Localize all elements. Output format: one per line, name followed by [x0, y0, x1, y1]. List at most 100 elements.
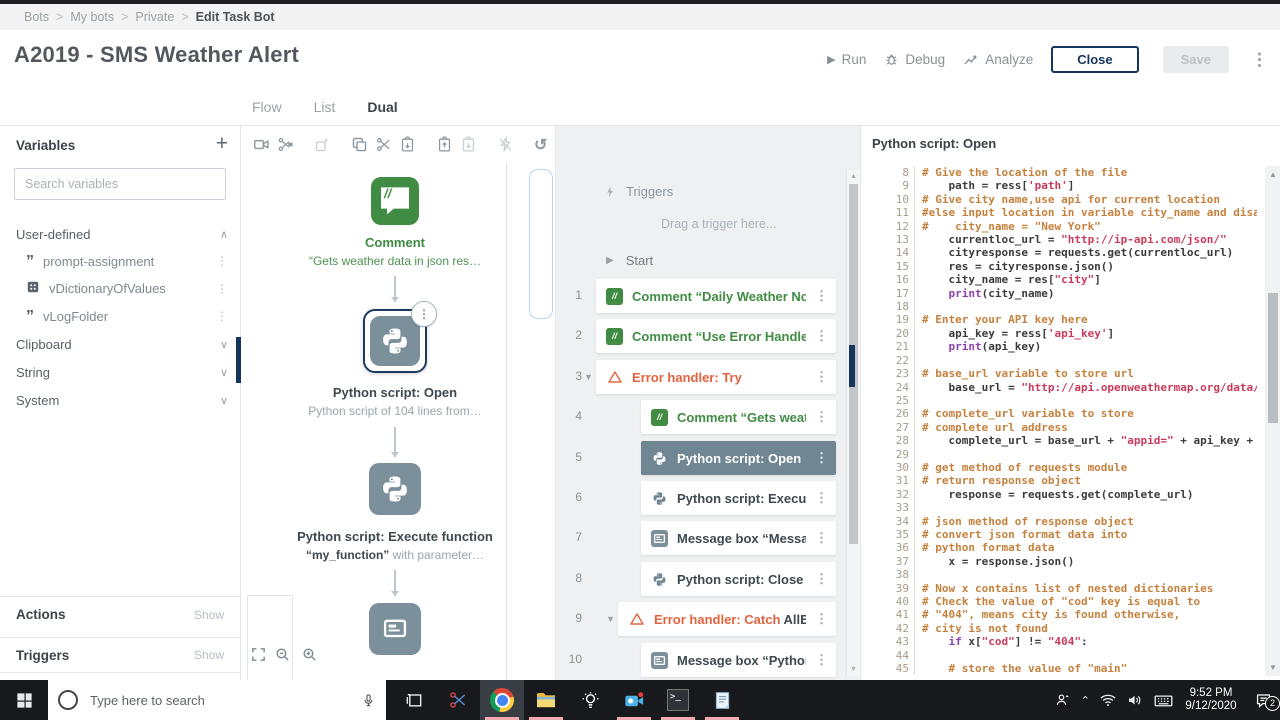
scroll-down-icon[interactable]: ▼ — [1265, 663, 1280, 672]
scroll-down-icon[interactable]: ▼ — [847, 666, 860, 673]
search-variables-input[interactable] — [14, 168, 226, 200]
action-center-button[interactable]: 2 — [1248, 691, 1280, 711]
task-view-button[interactable] — [392, 680, 436, 720]
norun-toolbar-icon[interactable] — [497, 136, 514, 154]
variable-item[interactable]: vDictionaryOfValues ⋮ — [26, 278, 228, 300]
chevron-down-icon[interactable]: ▼ — [584, 372, 593, 382]
list-action-card[interactable]: Message box “Python… ⋮ — [641, 643, 836, 677]
scroll-up-icon[interactable]: ▲ — [847, 173, 860, 180]
run-button[interactable]: ▶ Run — [827, 52, 866, 67]
microphone-icon[interactable] — [361, 693, 376, 708]
variables-section-string[interactable]: String ∨ — [16, 362, 228, 384]
flow-canvas[interactable]: // Comment “Gets weather data in json re… — [241, 163, 555, 680]
flow-node-python-execute-icon[interactable] — [369, 463, 421, 515]
flow-node-comment-icon[interactable]: // — [371, 177, 419, 225]
more-menu-icon[interactable]: ⋮ — [1251, 50, 1268, 70]
list-action-card[interactable]: Python script: Close … ⋮ — [641, 562, 836, 596]
row-menu-icon[interactable]: ⋮ — [815, 652, 828, 668]
row-menu-icon[interactable]: ⋮ — [815, 571, 828, 587]
fit-to-screen-button[interactable] — [250, 646, 267, 668]
file-explorer-button[interactable] — [524, 680, 568, 720]
triggers-section[interactable]: Triggers — [604, 184, 673, 199]
copy-toolbar-icon[interactable] — [351, 136, 368, 154]
breadcrumb-item[interactable]: Bots — [24, 10, 49, 24]
panel-resize-handle[interactable] — [236, 337, 241, 383]
row-menu-icon[interactable]: ⋮ — [815, 611, 828, 627]
close-button[interactable]: Close — [1051, 46, 1139, 73]
variables-section-user-defined[interactable]: User-defined ∧ — [16, 223, 228, 245]
list-action-card[interactable]: // Comment “Use Error Handler… ⋮ — [596, 319, 836, 353]
list-action-card[interactable]: // Comment “Gets weat… ⋮ — [641, 400, 836, 434]
node-options-badge[interactable]: ⋮ — [411, 301, 437, 327]
list-scrollbar[interactable]: ▲ ▼ — [846, 170, 860, 676]
start-button[interactable] — [0, 680, 48, 720]
debug-button[interactable]: Debug — [884, 52, 945, 67]
clipdown-toolbar-icon[interactable] — [460, 136, 477, 154]
row-menu-icon[interactable]: ⋮ — [815, 328, 828, 344]
actions-show-button[interactable]: Show — [194, 608, 224, 622]
variables-section-clipboard[interactable]: Clipboard ∨ — [16, 334, 228, 356]
wifi-icon[interactable] — [1099, 691, 1117, 709]
variable-menu-icon[interactable]: ⋮ — [216, 254, 228, 268]
actions-footer-row[interactable]: Actions Show — [0, 596, 240, 632]
code-scrollbar-thumb[interactable] — [1268, 293, 1278, 423]
list-action-card[interactable]: Python script: Open … ⋮ — [641, 441, 836, 475]
list-action-card[interactable]: Message box “Messag… ⋮ — [641, 521, 836, 555]
notepad-button[interactable] — [700, 680, 744, 720]
triggers-show-button[interactable]: Show — [194, 648, 224, 662]
flow-node-messagebox-icon[interactable] — [369, 603, 421, 655]
camera-toolbar-icon[interactable] — [253, 136, 270, 154]
touch-keyboard-icon[interactable] — [1153, 690, 1174, 711]
volume-icon[interactable] — [1126, 691, 1144, 709]
panel-resize-handle[interactable] — [849, 345, 855, 387]
add-variable-button[interactable]: + — [216, 132, 228, 156]
magic-toolbar-icon[interactable] — [314, 136, 331, 154]
list-action-card[interactable]: Python script: Execut… ⋮ — [641, 481, 836, 515]
triggers-footer-row[interactable]: Triggers Show — [0, 637, 240, 673]
trim-toolbar-icon[interactable] — [277, 136, 294, 154]
taskbar-clock[interactable]: 9:52 PM 9/12/2020 — [1183, 687, 1239, 713]
taskbar-search[interactable] — [48, 680, 386, 720]
row-menu-icon[interactable]: ⋮ — [815, 450, 828, 466]
variable-item[interactable]: ” prompt-assignment ⋮ — [26, 250, 228, 272]
cut-toolbar-icon[interactable] — [375, 136, 392, 154]
chevron-down-icon[interactable]: ∨ — [220, 338, 228, 351]
row-menu-icon[interactable]: ⋮ — [815, 530, 828, 546]
clipup-toolbar-icon[interactable] — [436, 136, 453, 154]
code-editor[interactable]: 8 # Give the location of the file 9 path =… — [879, 166, 1257, 676]
snipping-tool-button[interactable] — [436, 680, 480, 720]
command-prompt-button[interactable]: >_ — [656, 680, 700, 720]
breadcrumb-item[interactable]: My bots — [70, 10, 114, 24]
row-menu-icon[interactable]: ⋮ — [815, 288, 828, 304]
variable-item[interactable]: ” vLogFolder ⋮ — [26, 305, 228, 327]
variable-menu-icon[interactable]: ⋮ — [216, 309, 228, 323]
row-menu-icon[interactable]: ⋮ — [815, 409, 828, 425]
row-menu-icon[interactable]: ⋮ — [815, 490, 828, 506]
list-action-card[interactable]: // Comment “Daily Weather No… ⋮ — [596, 279, 836, 313]
lightbulb-app-button[interactable] — [568, 680, 612, 720]
chevron-down-icon[interactable]: ▼ — [606, 614, 615, 624]
undo-toolbar-icon[interactable]: ↺ — [534, 136, 547, 154]
people-icon[interactable] — [1054, 691, 1072, 709]
save-button[interactable]: Save — [1162, 46, 1229, 73]
chevron-up-icon[interactable]: ∧ — [220, 228, 228, 241]
tab-list[interactable]: List — [314, 97, 336, 117]
tab-dual[interactable]: Dual — [367, 97, 397, 117]
variables-section-system[interactable]: System ∨ — [16, 390, 228, 412]
chevron-down-icon[interactable]: ∨ — [220, 394, 228, 407]
tab-flow[interactable]: Flow — [252, 97, 282, 117]
list-action-card[interactable]: Error handler: Catch AllEr… ⋮ — [618, 602, 836, 636]
row-menu-icon[interactable]: ⋮ — [815, 369, 828, 385]
screen-recorder-button[interactable] — [612, 680, 656, 720]
code-scrollbar[interactable]: ▲ ▼ — [1265, 166, 1280, 676]
tray-expand-icon[interactable]: ⌃ — [1081, 694, 1090, 707]
zoom-out-button[interactable] — [274, 646, 291, 668]
variable-menu-icon[interactable]: ⋮ — [216, 282, 228, 296]
paste-toolbar-icon[interactable] — [399, 136, 416, 154]
breadcrumb-item[interactable]: Private — [135, 10, 174, 24]
taskbar-search-input[interactable] — [88, 691, 351, 709]
analyze-button[interactable]: Analyze — [963, 52, 1033, 68]
scroll-up-icon[interactable]: ▲ — [1265, 170, 1280, 179]
zoom-in-button[interactable] — [301, 646, 318, 668]
start-section[interactable]: ▶ Start — [606, 253, 653, 268]
